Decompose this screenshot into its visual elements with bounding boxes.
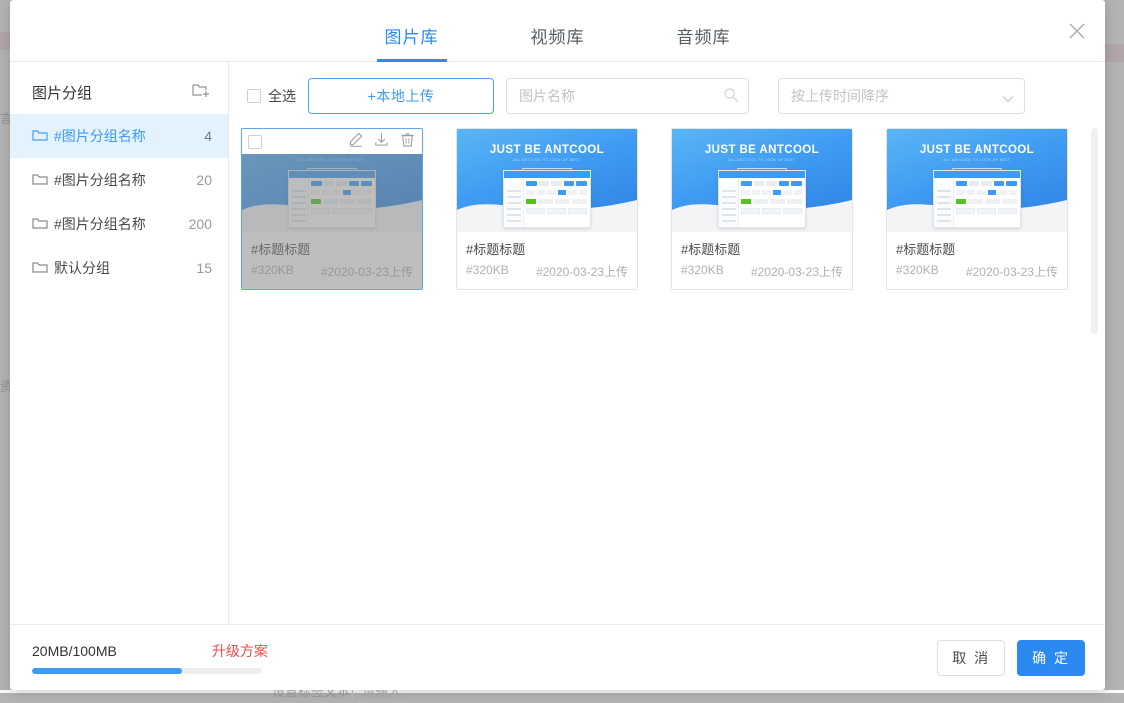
sidebar-item-count: 4 <box>204 128 212 144</box>
select-all-checkbox[interactable] <box>247 89 261 103</box>
media-size: #320KB <box>466 263 509 277</box>
select-all-label: 全选 <box>268 88 296 104</box>
media-title: #标题标题 <box>896 242 956 257</box>
upgrade-plan-link[interactable]: 升级方案 <box>212 641 268 661</box>
sidebar-header: 图片分组 <box>10 70 228 114</box>
select-all-control[interactable]: 全选 <box>241 86 296 106</box>
gallery-scrollbar[interactable] <box>1091 66 1098 620</box>
sidebar-item-label: #图片分组名称 <box>54 128 146 144</box>
storage-text: 20MB/100MB <box>32 643 117 659</box>
media-caption: #标题标题 #320KB #2020-03-23上传 <box>457 232 637 289</box>
background-strip-left <box>0 32 10 50</box>
modal-footer: 20MB/100MB 升级方案 取 消 确 定 <box>10 624 1105 690</box>
card-action-bar <box>242 129 422 154</box>
folder-icon <box>32 260 48 277</box>
search-input[interactable] <box>506 78 749 114</box>
download-icon[interactable] <box>374 132 389 152</box>
sidebar-item-label: #图片分组名称 <box>54 216 146 232</box>
background-divider <box>0 690 1124 693</box>
thumbnail-ui-mockup <box>503 170 591 228</box>
media-thumbnail: JUST BE ANTCOOL ALL ANTCOOL TO LOOK UP B… <box>887 129 1067 232</box>
sidebar-item-default-group[interactable]: 默认分组 15 <box>10 246 228 290</box>
thumbnail-ui-mockup <box>933 170 1021 228</box>
thumbnail-brand-subtitle: ALL ANTCOOL TO LOOK UP BEST <box>298 158 366 162</box>
thumbnail-brand-subtitle: ALL ANTCOOL TO LOOK UP BEST <box>728 158 796 162</box>
media-thumbnail: JUST BE ANTCOOL ALL ANTCOOL TO LOOK UP B… <box>457 129 637 232</box>
media-card[interactable]: JUST BE ANTCOOL ALL ANTCOOL TO LOOK UP B… <box>671 128 853 290</box>
media-date: #2020-03-23上传 <box>750 265 843 279</box>
trash-icon[interactable] <box>400 132 415 152</box>
search-box <box>506 78 749 114</box>
thumbnail-brand-title: JUST BE ANTCOOL <box>919 144 1035 156</box>
folder-icon <box>32 216 48 233</box>
thumbnail-brand-subtitle: ALL ANTCOOL TO LOOK UP BEST <box>513 158 581 162</box>
media-caption: #标题标题 #320KB #2020-03-23上传 <box>672 232 852 289</box>
sidebar-item-count: 20 <box>196 172 212 188</box>
thumbnail-ui-mockup <box>288 170 376 228</box>
gallery-toolbar: 全选 +本地上传 按上传时间降序 <box>229 62 1105 114</box>
media-date: #2020-03-23上传 <box>965 265 1058 279</box>
sidebar-item-count: 15 <box>196 260 212 276</box>
media-caption: #标题标题 #320KB #2020-03-23上传 <box>887 232 1067 289</box>
cancel-button[interactable]: 取 消 <box>937 639 1006 676</box>
group-sidebar: 图片分组 #图片分组名称 4 #图片分组名称 20 #图片分组名称 200 默认… <box>10 62 229 624</box>
confirm-button[interactable]: 确 定 <box>1017 639 1085 676</box>
media-date: #2020-03-23上传 <box>320 265 413 279</box>
media-title: #标题标题 <box>681 242 741 257</box>
sidebar-item-group-1[interactable]: #图片分组名称 4 <box>10 114 228 158</box>
tab-audio-library[interactable]: 音频库 <box>677 23 731 61</box>
thumbnail-brand-subtitle: ALL ANTCOOL TO LOOK UP BEST <box>943 158 1011 162</box>
media-card[interactable]: JUST BE ANTCOOL ALL ANTCOOL TO LOOK UP B… <box>456 128 638 290</box>
gallery-scrollbar-thumb[interactable] <box>1091 128 1098 334</box>
sidebar-item-group-2[interactable]: #图片分组名称 20 <box>10 158 228 202</box>
folder-icon <box>32 172 48 189</box>
sidebar-item-label: #图片分组名称 <box>54 172 146 188</box>
storage-row: 20MB/100MB 升级方案 <box>32 641 268 661</box>
gallery-content: 全选 +本地上传 按上传时间降序 <box>229 62 1105 624</box>
media-title: #标题标题 <box>466 242 526 257</box>
media-library-modal: 图片库 视频库 音频库 图片分组 #图片分组名称 4 #图片分组名称 20 #图… <box>10 0 1105 690</box>
footer-buttons: 取 消 确 定 <box>937 639 1085 676</box>
media-title: #标题标题 <box>251 242 311 257</box>
media-size: #320KB <box>681 263 724 277</box>
sort-select-box: 按上传时间降序 <box>778 78 1025 114</box>
media-grid: JUST BE ANTCOOL ALL ANTCOOL TO LOOK UP B… <box>229 114 1105 290</box>
media-thumbnail: JUST BE ANTCOOL ALL ANTCOOL TO LOOK UP B… <box>672 129 852 232</box>
media-size: #320KB <box>896 263 939 277</box>
sort-select-value: 按上传时间降序 <box>791 88 889 104</box>
media-caption: #标题标题 #320KB #2020-03-23上传 <box>242 232 422 289</box>
modal-header: 图片库 视频库 音频库 <box>10 0 1105 62</box>
close-icon[interactable] <box>1066 20 1088 42</box>
pencil-icon[interactable] <box>348 132 363 152</box>
tab-image-library[interactable]: 图片库 <box>376 23 447 62</box>
thumbnail-brand-title: JUST BE ANTCOOL <box>489 144 605 156</box>
sidebar-item-label: 默认分组 <box>54 260 110 276</box>
sidebar-item-group-3[interactable]: #图片分组名称 200 <box>10 202 228 246</box>
media-date: #2020-03-23上传 <box>535 265 628 279</box>
tab-video-library[interactable]: 视频库 <box>531 23 585 61</box>
thumbnail-brand-title: JUST BE ANTCOOL <box>704 144 820 156</box>
card-select-checkbox[interactable] <box>248 134 262 149</box>
storage-progress-fill <box>32 668 182 674</box>
local-upload-button[interactable]: +本地上传 <box>308 78 494 114</box>
thumbnail-ui-mockup <box>718 170 806 228</box>
media-size: #320KB <box>251 263 294 277</box>
card-action-icons <box>348 132 415 152</box>
storage-usage: 20MB/100MB 升级方案 <box>32 641 268 674</box>
add-folder-icon[interactable] <box>192 81 210 104</box>
media-meta: #320KB #2020-03-23上传 <box>466 263 628 280</box>
background-strip-right <box>1105 44 1124 62</box>
media-meta: #320KB #2020-03-23上传 <box>251 263 413 280</box>
media-card[interactable]: JUST BE ANTCOOL ALL ANTCOOL TO LOOK UP B… <box>241 128 423 290</box>
storage-progress-bar <box>32 668 262 674</box>
media-meta: #320KB #2020-03-23上传 <box>681 263 843 280</box>
sort-select[interactable]: 按上传时间降序 <box>778 78 1025 114</box>
folder-icon <box>32 128 48 145</box>
sidebar-item-count: 200 <box>188 216 212 232</box>
media-meta: #320KB #2020-03-23上传 <box>896 263 1058 280</box>
sidebar-title: 图片分组 <box>32 84 93 102</box>
modal-body: 图片分组 #图片分组名称 4 #图片分组名称 20 #图片分组名称 200 默认… <box>10 62 1105 624</box>
media-card[interactable]: JUST BE ANTCOOL ALL ANTCOOL TO LOOK UP B… <box>886 128 1068 290</box>
tab-bar: 图片库 视频库 音频库 <box>376 23 731 62</box>
